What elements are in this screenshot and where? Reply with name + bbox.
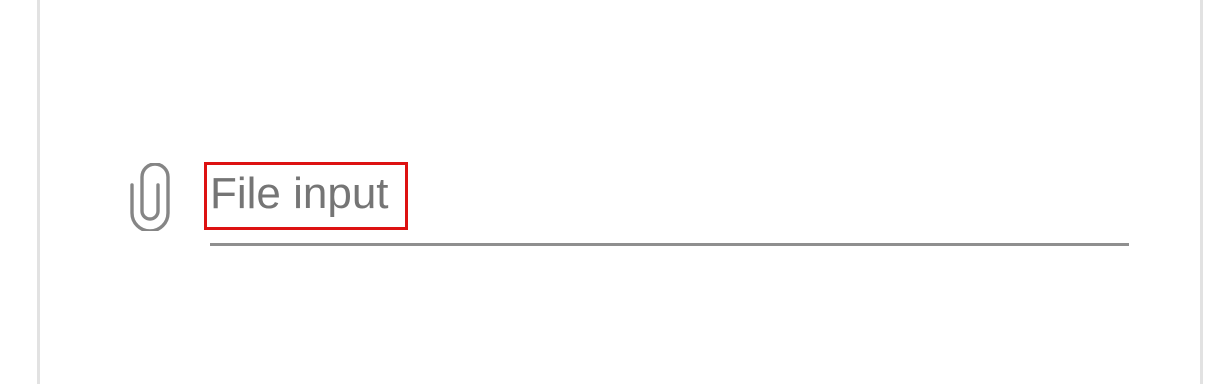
file-input-label: File input	[210, 169, 389, 218]
paperclip-icon[interactable]	[130, 163, 170, 231]
file-input[interactable]: File input	[204, 158, 1131, 246]
file-input-field[interactable]: File input	[130, 158, 1133, 250]
page: File input	[0, 0, 1232, 384]
form-card: File input	[37, 0, 1203, 384]
input-underline	[210, 243, 1129, 246]
